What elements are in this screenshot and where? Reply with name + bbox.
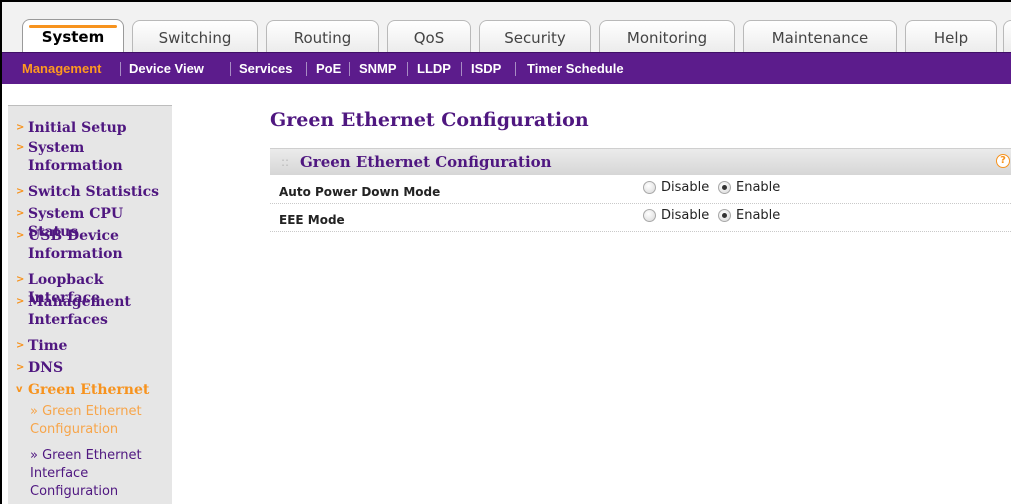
chevron-right-icon: > bbox=[16, 340, 25, 351]
sidebar-item-label: Management Interfaces bbox=[28, 294, 131, 328]
page-title: Green Ethernet Configuration bbox=[270, 109, 589, 131]
auto-power-down-disable-radio[interactable] bbox=[643, 181, 656, 194]
chevron-right-icon: > bbox=[16, 274, 25, 285]
eee-mode-enable-radio[interactable] bbox=[718, 209, 731, 222]
eee-mode-disable-radio[interactable] bbox=[643, 209, 656, 222]
chevron-right-icon: > bbox=[16, 362, 25, 373]
sidebar-subitem-green-ethernet-interface-configuration[interactable]: » Green Ethernet Interface Configuration bbox=[30, 447, 170, 501]
tab-overflow bbox=[1003, 20, 1011, 52]
sidebar-item-label: Time bbox=[28, 338, 68, 354]
sidebar-item-management-interfaces[interactable]: > Management Interfaces bbox=[16, 293, 170, 329]
sub-navigation: Management Device View Services PoE SNMP… bbox=[2, 52, 1011, 84]
left-sidebar: > Initial Setup > System Information > S… bbox=[8, 105, 172, 504]
chevron-down-icon: v bbox=[16, 384, 23, 395]
tab-monitoring[interactable]: Monitoring bbox=[599, 20, 735, 52]
setting-row-eee-mode: EEE Mode Disable Enable bbox=[270, 206, 1011, 232]
radio-label-disable: Disable bbox=[661, 208, 710, 223]
radio-label-enable: Enable bbox=[736, 208, 781, 223]
subnav-snmp[interactable]: SNMP bbox=[359, 53, 397, 84]
subnav-separator bbox=[120, 62, 121, 76]
sidebar-item-label: System Information bbox=[28, 140, 123, 174]
help-icon[interactable]: ? bbox=[996, 154, 1010, 168]
tab-system[interactable]: System bbox=[22, 19, 124, 53]
sidebar-item-time[interactable]: > Time bbox=[16, 337, 170, 355]
drag-handle-icon: :: bbox=[281, 155, 290, 169]
top-tab-bar: System Switching Routing QoS Security Mo… bbox=[2, 2, 1011, 53]
sidebar-item-label: USB Device Information bbox=[28, 228, 123, 262]
auto-power-down-enable-radio[interactable] bbox=[718, 181, 731, 194]
sidebar-item-system-information[interactable]: > System Information bbox=[16, 139, 170, 175]
sidebar-item-label: DNS bbox=[28, 360, 64, 376]
subnav-separator bbox=[407, 62, 408, 76]
sidebar-subitem-green-ethernet-configuration[interactable]: » Green Ethernet Configuration bbox=[30, 403, 170, 439]
setting-label: Auto Power Down Mode bbox=[279, 185, 441, 199]
chevron-right-icon: > bbox=[16, 296, 25, 307]
chevron-right-icon: > bbox=[16, 122, 25, 133]
subnav-device-view[interactable]: Device View bbox=[129, 53, 204, 84]
setting-label: EEE Mode bbox=[279, 213, 345, 227]
subnav-separator bbox=[230, 62, 231, 76]
tab-switching[interactable]: Switching bbox=[132, 20, 258, 52]
chevron-right-icon: > bbox=[16, 142, 25, 153]
radio-label-disable: Disable bbox=[661, 180, 710, 195]
sidebar-item-label: Switch Statistics bbox=[28, 184, 160, 200]
app-window: System Switching Routing QoS Security Mo… bbox=[0, 0, 1011, 504]
subnav-separator bbox=[349, 62, 350, 76]
sidebar-item-usb-device-information[interactable]: > USB Device Information bbox=[16, 227, 170, 263]
tab-qos[interactable]: QoS bbox=[387, 20, 471, 52]
tab-maintenance[interactable]: Maintenance bbox=[743, 20, 897, 52]
chevron-right-icon: > bbox=[16, 230, 25, 241]
subnav-separator bbox=[461, 62, 462, 76]
tab-security[interactable]: Security bbox=[479, 20, 591, 52]
tab-help[interactable]: Help bbox=[905, 20, 997, 52]
radio-label-enable: Enable bbox=[736, 180, 781, 195]
sidebar-item-label: Initial Setup bbox=[28, 120, 127, 136]
sidebar-item-initial-setup[interactable]: > Initial Setup bbox=[16, 119, 170, 137]
subnav-timer-schedule[interactable]: Timer Schedule bbox=[527, 53, 624, 84]
subnav-lldp[interactable]: LLDP bbox=[417, 53, 451, 84]
subnav-services[interactable]: Services bbox=[239, 53, 293, 84]
sidebar-item-green-ethernet[interactable]: v Green Ethernet bbox=[16, 381, 170, 399]
chevron-right-icon: > bbox=[16, 186, 25, 197]
sidebar-item-switch-statistics[interactable]: > Switch Statistics bbox=[16, 183, 170, 201]
subnav-poe[interactable]: PoE bbox=[316, 53, 341, 84]
chevron-right-icon: > bbox=[16, 208, 25, 219]
tab-routing[interactable]: Routing bbox=[266, 20, 379, 52]
panel-title: Green Ethernet Configuration bbox=[300, 153, 552, 171]
config-panel: :: Green Ethernet Configuration ? Auto P… bbox=[270, 148, 1011, 234]
setting-row-auto-power-down: Auto Power Down Mode Disable Enable bbox=[270, 178, 1011, 204]
subnav-isdp[interactable]: ISDP bbox=[471, 53, 501, 84]
subnav-separator bbox=[515, 62, 516, 76]
subnav-separator bbox=[306, 62, 307, 76]
subnav-management[interactable]: Management bbox=[22, 53, 101, 84]
sidebar-item-dns[interactable]: > DNS bbox=[16, 359, 170, 377]
sidebar-item-label: Green Ethernet bbox=[28, 382, 150, 398]
panel-header: :: Green Ethernet Configuration ? bbox=[270, 148, 1011, 175]
